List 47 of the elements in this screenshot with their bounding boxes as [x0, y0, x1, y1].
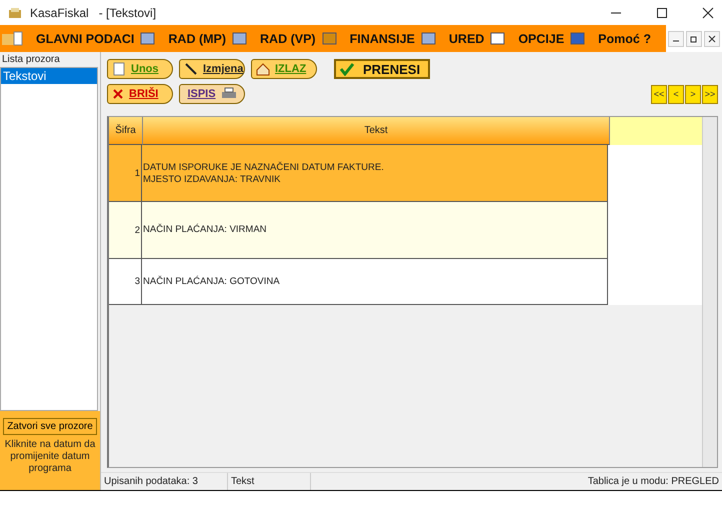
printer-icon — [220, 87, 237, 101]
table-cell: NAČIN PLAĆANJA: GOTOVINA — [142, 259, 608, 305]
nav-button[interactable]: << — [651, 84, 667, 104]
table-cell: 2 — [109, 202, 142, 259]
menu-item[interactable]: RAD (VP) — [260, 32, 316, 46]
scrollbar[interactable] — [702, 117, 717, 467]
checkmark-icon — [339, 62, 355, 76]
page-icon — [112, 62, 126, 76]
delete-icon — [112, 88, 124, 100]
menu-icon — [490, 32, 506, 46]
menu-item[interactable]: RAD (MP) — [168, 32, 226, 46]
toolbar-button[interactable]: ISPIS — [179, 84, 245, 104]
table-cell: NAČIN PLAĆANJA: VIRMAN — [142, 202, 608, 259]
column-header[interactable]: Šifra — [109, 117, 143, 145]
nav-button[interactable]: < — [668, 84, 684, 104]
folder-icon[interactable] — [2, 30, 24, 46]
house-icon — [256, 62, 270, 76]
app-icon — [8, 6, 22, 18]
window-list-item[interactable]: Tekstovi — [1, 68, 97, 84]
menu-item[interactable]: Pomoć ? — [598, 32, 651, 46]
table-cell: 1 — [109, 145, 142, 202]
menu-icon — [420, 32, 437, 46]
nav-button[interactable]: >> — [702, 84, 718, 104]
menu-item[interactable]: FINANSIJE — [350, 32, 415, 46]
close-icon[interactable] — [702, 6, 714, 18]
prenesi-button[interactable]: PRENESI — [334, 59, 430, 79]
menu-item[interactable]: OPCIJE — [518, 32, 564, 46]
menu-icon — [232, 32, 248, 46]
minimize-icon[interactable] — [668, 30, 684, 46]
status-text: Tablica je u modu: PREGLED — [586, 475, 720, 489]
maximize-icon[interactable] — [656, 6, 668, 18]
nav-button[interactable]: > — [685, 84, 701, 104]
toolbar-button[interactable]: BRIŠI — [107, 84, 173, 104]
table-cell: DATUM ISPORUKE JE NAZNAČENI DATUM FAKTURE. MJESTO IZDAVANJA: TRAVNIK — [142, 145, 608, 202]
menu-item[interactable]: URED — [448, 32, 484, 46]
column-header[interactable]: Tekst — [143, 117, 610, 145]
pen-icon — [184, 62, 198, 76]
menu-icon — [322, 32, 338, 46]
restore-icon[interactable] — [686, 30, 702, 46]
menu-item[interactable]: GLAVNI PODACI — [36, 32, 134, 46]
menu-icon — [140, 32, 156, 46]
table-cell: 3 — [109, 259, 142, 305]
close-all-button[interactable]: Zatvori sve prozore — [3, 418, 97, 435]
window-title: KasaFiskal - [Tekstovi] — [30, 6, 156, 20]
toolbar-button[interactable]: Izmjena — [179, 59, 245, 79]
date-hint: Kliknite na datum da promijenite datum programa — [4, 439, 96, 475]
menu-icon — [570, 32, 586, 46]
